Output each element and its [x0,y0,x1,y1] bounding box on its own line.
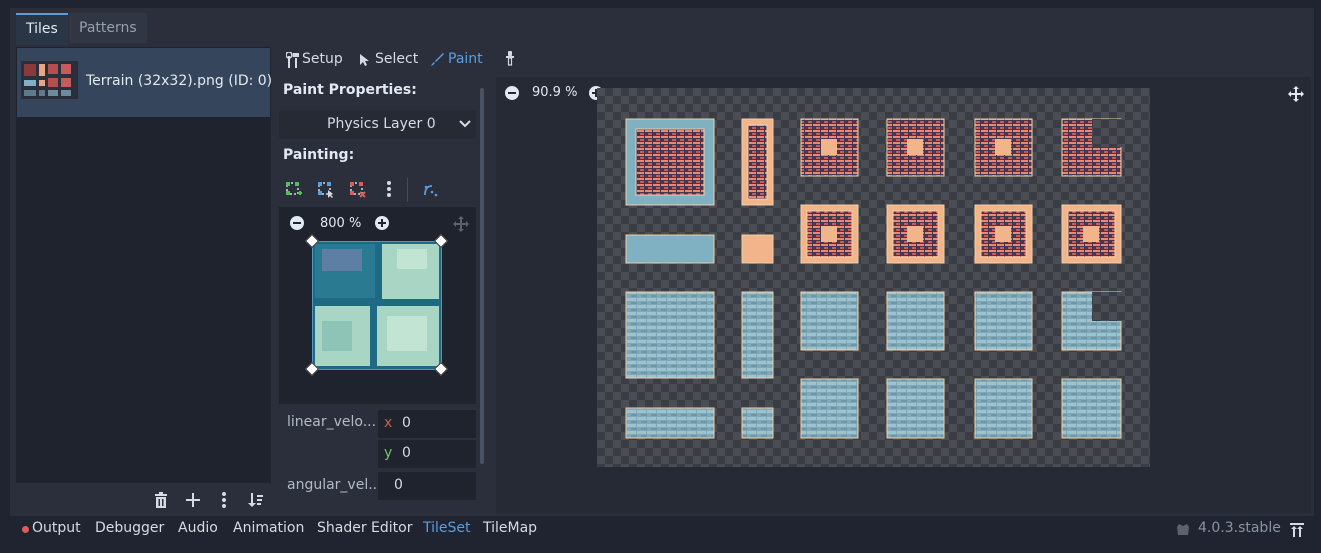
engine-version: 4.0.3.stable [1198,520,1281,536]
select-cursor-icon[interactable] [359,53,371,67]
kebab-menu-icon[interactable] [217,492,231,508]
tileset-atlas-image [597,88,1150,467]
y-value: 0 [402,445,411,461]
source-thumbnail [21,61,78,99]
eyedropper-icon[interactable] [505,51,515,67]
preview-zoom-level: 800 % [320,216,362,231]
linear-velocity-label: linear_velo... [287,414,377,430]
physics-layer-value: Physics Layer 0 [327,116,436,132]
x-axis-label: x [384,415,393,431]
linear-velocity-y-field[interactable]: y 0 [378,440,476,468]
bottom-tab-tilemap[interactable]: TileMap [483,520,537,536]
paint-button[interactable]: Paint [448,51,483,67]
angular-value: 0 [394,477,403,493]
paint-properties-heading: Paint Properties: [283,82,417,98]
chevron-down-icon [459,120,471,128]
bottom-tab-animation[interactable]: Animation [233,520,304,536]
zoom-out-icon[interactable] [290,216,304,230]
move-icon[interactable] [1288,86,1304,102]
select-button[interactable]: Select [375,51,418,67]
setup-button[interactable]: Setup [302,51,343,67]
angular-velocity-field[interactable]: 0 [378,472,476,500]
physics-layer-select[interactable]: Physics Layer 0 [279,110,476,139]
snap-grid-icon[interactable] [423,182,439,198]
atlas-zoom-level: 90.9 % [532,85,578,100]
x-value: 0 [402,415,411,431]
painting-heading: Painting: [283,147,355,163]
tab-tiles[interactable]: Tiles [16,13,68,45]
bottom-tab-debugger[interactable]: Debugger [95,520,164,536]
move-icon[interactable] [453,216,469,232]
paint-brush-icon[interactable] [431,52,445,66]
bottom-tab-shader-editor[interactable]: Shader Editor [317,520,412,536]
trash-icon[interactable] [153,491,169,509]
y-axis-label: y [384,445,393,461]
toolbar-divider [407,178,408,202]
source-name: Terrain (32x32).png (ID: 0) [86,73,273,89]
add-polygon-icon[interactable] [286,182,302,198]
vertical-scrollbar[interactable] [480,88,484,464]
bottom-tab-tileset[interactable]: TileSet [423,520,471,536]
linear-velocity-x-field[interactable]: x 0 [378,410,476,438]
bottom-tab-audio[interactable]: Audio [178,520,218,536]
zoom-out-icon[interactable] [505,86,519,100]
edit-polygon-icon[interactable] [318,182,334,198]
sort-icon[interactable] [248,492,264,508]
output-error-dot [22,526,29,533]
angular-velocity-label: angular_vel... [287,477,382,493]
tile-preview-image [312,241,442,370]
tab-patterns[interactable]: Patterns [69,13,147,43]
expand-panel-icon[interactable] [1289,522,1305,538]
godot-logo-icon [1175,522,1191,538]
bottom-tab-output[interactable]: Output [32,520,81,536]
add-icon[interactable] [185,492,201,508]
kebab-menu-icon[interactable] [385,181,393,197]
setup-icon[interactable] [286,52,300,68]
delete-polygon-icon[interactable] [350,182,366,198]
zoom-in-icon[interactable] [375,216,389,230]
